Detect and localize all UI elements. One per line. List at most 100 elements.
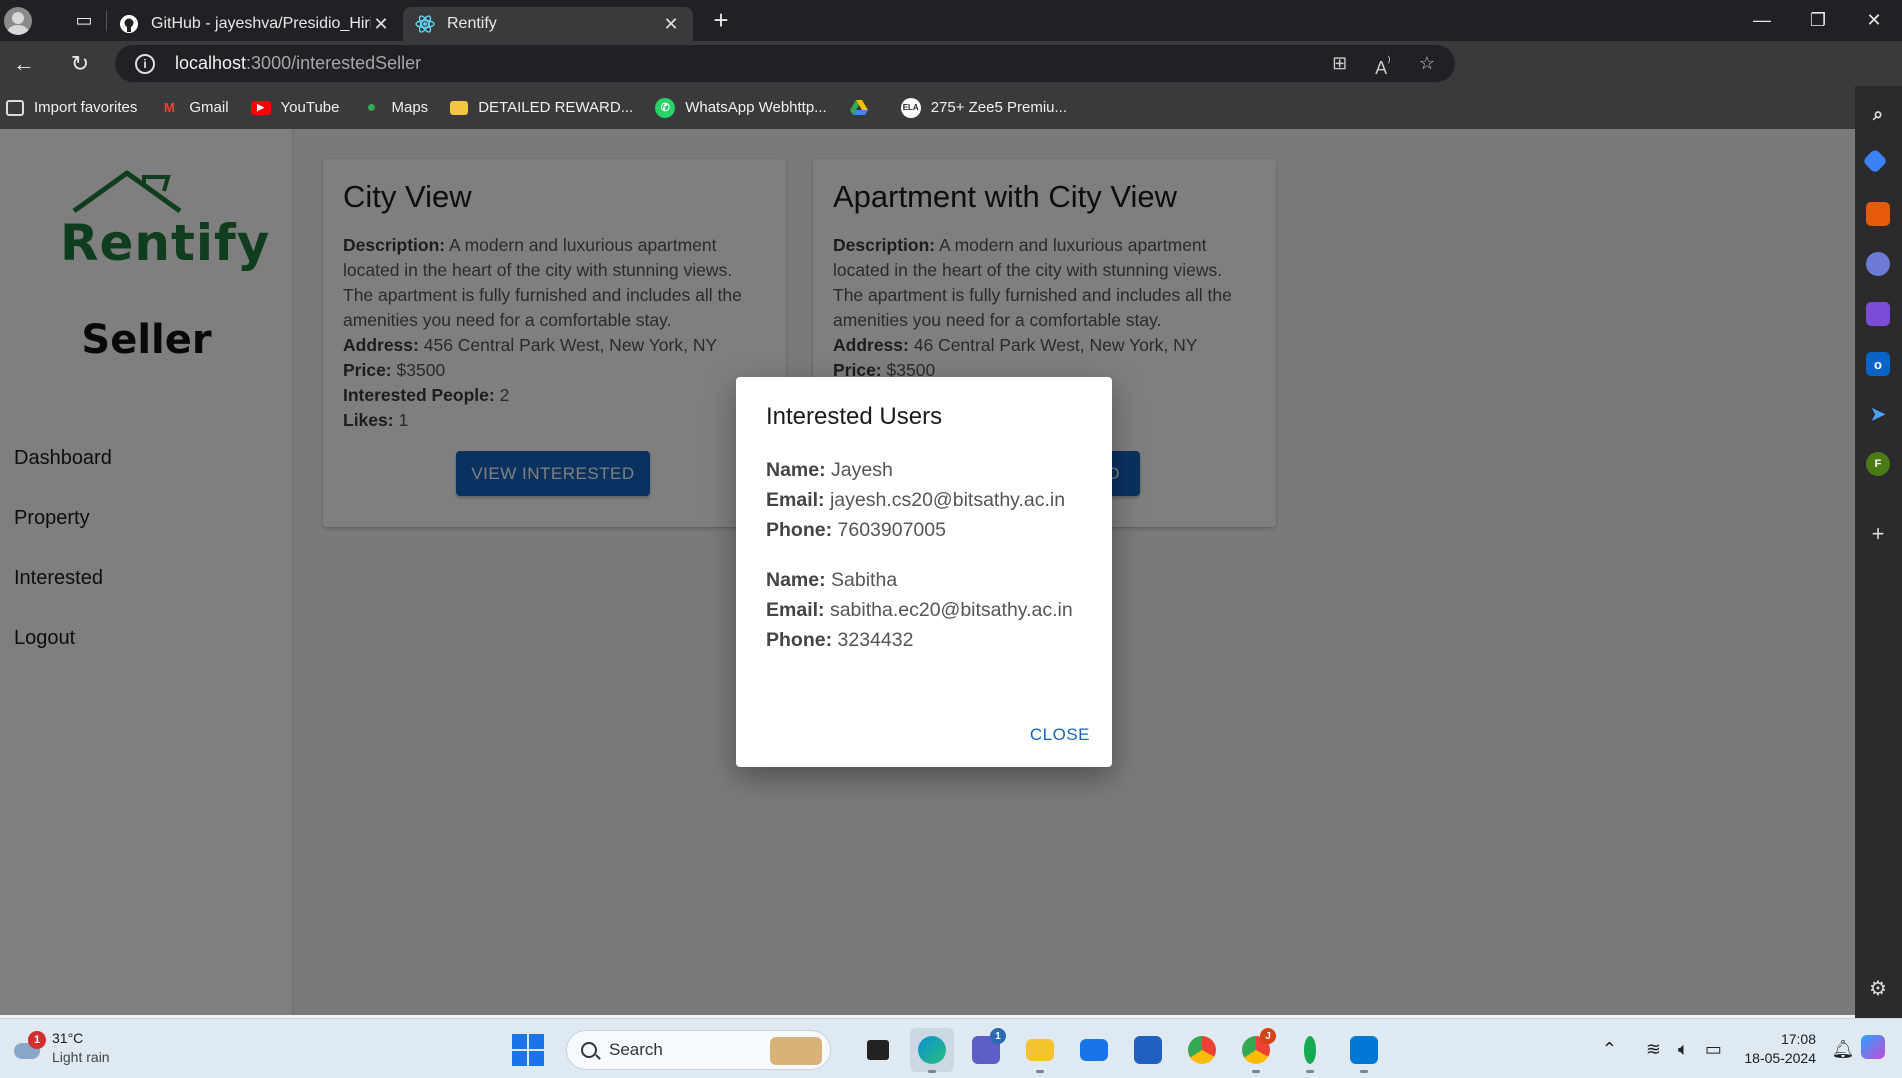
- weather-temp: 31°C: [52, 1030, 84, 1046]
- bookmark-import-favorites[interactable]: Import favorites: [6, 99, 137, 116]
- vscode-icon[interactable]: [1342, 1028, 1386, 1073]
- chrome-profile-icon[interactable]: J: [1234, 1028, 1278, 1073]
- back-icon[interactable]: ←: [0, 41, 48, 86]
- url-host: localhost: [175, 53, 247, 73]
- taskbar-apps: Search 1 J: [512, 1028, 1391, 1073]
- refresh-icon[interactable]: ↻: [56, 41, 104, 86]
- clock-time: 17:08: [1780, 1031, 1816, 1047]
- whatsapp-icon: ✆: [655, 97, 676, 118]
- clock-date: 18-05-2024: [1744, 1050, 1816, 1066]
- task-view-icon[interactable]: [856, 1028, 900, 1072]
- browser-tab-bar: ▭ GitHub - jayeshva/Presidio_Hiring ✕ Re…: [0, 0, 1902, 41]
- microsoft365-icon[interactable]: [1866, 302, 1890, 326]
- profile-avatar-icon[interactable]: [4, 6, 32, 35]
- drive-icon: [849, 98, 869, 118]
- gmail-icon: M: [163, 100, 175, 115]
- folder-icon: [450, 100, 469, 115]
- edge-sidebar: ⌕ o ➤ F + ⚙: [1855, 86, 1902, 1018]
- close-tab-icon[interactable]: ✕: [661, 14, 681, 35]
- close-tab-icon[interactable]: ✕: [371, 14, 391, 35]
- taskbar-search-input[interactable]: Search: [566, 1030, 831, 1070]
- bookmark-label: Import favorites: [34, 99, 138, 116]
- omnibox-actions: ⊞ A⁾ ☆: [1332, 53, 1435, 79]
- bookmark-label: WhatsApp Webhttp...: [685, 99, 827, 116]
- close-window-icon[interactable]: ✕: [1846, 0, 1902, 41]
- search-placeholder: Search: [609, 1040, 663, 1059]
- bookmark-youtube[interactable]: ▶ YouTube: [250, 99, 340, 116]
- settings-gear-icon[interactable]: ⚙: [1866, 976, 1890, 1000]
- minimize-icon[interactable]: —: [1734, 0, 1790, 41]
- bookmark-zee5[interactable]: ELA 275+ Zee5 Premiu...: [900, 97, 1068, 118]
- bookmark-maps[interactable]: ● Maps: [362, 98, 429, 118]
- close-button[interactable]: CLOSE: [1030, 725, 1090, 745]
- app-available-icon[interactable]: ⊞: [1332, 53, 1347, 79]
- send-icon[interactable]: ➤: [1866, 402, 1890, 426]
- youtube-icon: ▶: [250, 100, 271, 115]
- tab-title: GitHub - jayeshva/Presidio_Hiring: [151, 15, 371, 32]
- bookmark-detailed-reward[interactable]: DETAILED REWARD...: [450, 99, 633, 116]
- tab-actions-icon[interactable]: ▭: [62, 0, 106, 41]
- interested-user-entry: Name: Jayesh Email: jayesh.cs20@bitsathy…: [766, 455, 1082, 545]
- chrome-icon[interactable]: [1180, 1028, 1224, 1072]
- bookmark-drive[interactable]: [849, 98, 879, 118]
- volume-icon[interactable]: 🔈︎: [1668, 1039, 1698, 1060]
- copilot-taskbar-icon[interactable]: [1858, 1034, 1888, 1064]
- clock[interactable]: 17:08 18-05-2024: [1744, 1030, 1816, 1068]
- import-icon: [6, 99, 24, 116]
- bookmark-label: 275+ Zee5 Premiu...: [930, 99, 1068, 116]
- window-controls: — ❐ ✕: [1734, 0, 1902, 41]
- outlook-icon[interactable]: o: [1866, 352, 1890, 376]
- notification-bell-icon[interactable]: 🔔︎: [1828, 1039, 1858, 1060]
- user-name: Name: Jayesh: [766, 459, 893, 481]
- bookmark-label: DETAILED REWARD...: [478, 99, 634, 116]
- search-highlight-image: [770, 1037, 822, 1065]
- dialog-title: Interested Users: [766, 403, 943, 430]
- interested-user-entry: Name: Sabitha Email: sabitha.ec20@bitsat…: [766, 565, 1082, 655]
- user-email: Email: sabitha.ec20@bitsathy.ac.in: [766, 599, 1073, 621]
- react-icon: [415, 14, 435, 34]
- profile-f-icon[interactable]: F: [1866, 452, 1890, 476]
- tab-rentify[interactable]: Rentify ✕: [403, 7, 693, 41]
- search-icon: [581, 1042, 597, 1058]
- notification-badge: 1: [28, 1031, 46, 1049]
- tools-icon[interactable]: [1866, 202, 1890, 226]
- weather-desc: Light rain: [52, 1049, 110, 1065]
- store-icon[interactable]: [1126, 1028, 1170, 1072]
- mail-icon[interactable]: [1072, 1028, 1116, 1072]
- teams-icon[interactable]: 1: [964, 1028, 1008, 1072]
- favorite-star-icon[interactable]: ☆: [1419, 53, 1435, 79]
- windows-taskbar: 1 31°C Light rain Search 1 J ⌃ ≋ 🔈︎ ▭ 17…: [0, 1018, 1902, 1078]
- mongodb-icon[interactable]: [1288, 1028, 1332, 1073]
- restore-icon[interactable]: ❐: [1790, 0, 1846, 41]
- new-tab-icon[interactable]: +: [701, 5, 741, 36]
- tab-title: Rentify: [447, 15, 497, 32]
- add-icon[interactable]: +: [1866, 521, 1890, 546]
- user-phone: Phone: 7603907005: [766, 519, 946, 541]
- interested-users-dialog: Interested Users Name: Jayesh Email: jay…: [736, 377, 1112, 767]
- file-explorer-icon[interactable]: [1018, 1028, 1062, 1073]
- tab-github[interactable]: GitHub - jayeshva/Presidio_Hiring ✕: [107, 7, 403, 41]
- rain-cloud-icon: 1: [10, 1031, 46, 1065]
- wifi-icon[interactable]: ≋: [1638, 1039, 1668, 1060]
- edge-browser-icon[interactable]: [910, 1028, 954, 1073]
- bookmark-label: YouTube: [280, 99, 340, 116]
- address-input[interactable]: i localhost:3000/interestedSeller ⊞ A⁾ ☆: [115, 45, 1455, 82]
- search-icon[interactable]: ⌕: [1866, 102, 1890, 126]
- chevron-up-icon[interactable]: ⌃: [1594, 1039, 1624, 1060]
- bookmark-label: Gmail: [189, 99, 229, 116]
- site-info-icon[interactable]: i: [135, 53, 155, 74]
- bookmark-whatsapp[interactable]: ✆ WhatsApp Webhttp...: [655, 97, 827, 118]
- user-email: Email: jayesh.cs20@bitsathy.ac.in: [766, 489, 1066, 511]
- url-path: :3000/interestedSeller: [246, 53, 422, 73]
- address-bar-row: ← ↻ i localhost:3000/interestedSeller ⊞ …: [0, 41, 1902, 116]
- battery-icon[interactable]: ▭: [1698, 1039, 1728, 1060]
- weather-widget[interactable]: 1 31°C Light rain: [10, 1029, 110, 1067]
- github-icon: [119, 14, 139, 34]
- windows-start-icon[interactable]: [512, 1034, 544, 1066]
- bookmark-label: Maps: [391, 99, 429, 116]
- user-phone: Phone: 3234432: [766, 629, 914, 651]
- shopping-tag-icon[interactable]: [1862, 148, 1888, 174]
- bookmark-gmail[interactable]: M Gmail: [159, 98, 229, 118]
- games-icon[interactable]: [1866, 252, 1890, 276]
- read-aloud-icon[interactable]: A⁾: [1375, 53, 1391, 79]
